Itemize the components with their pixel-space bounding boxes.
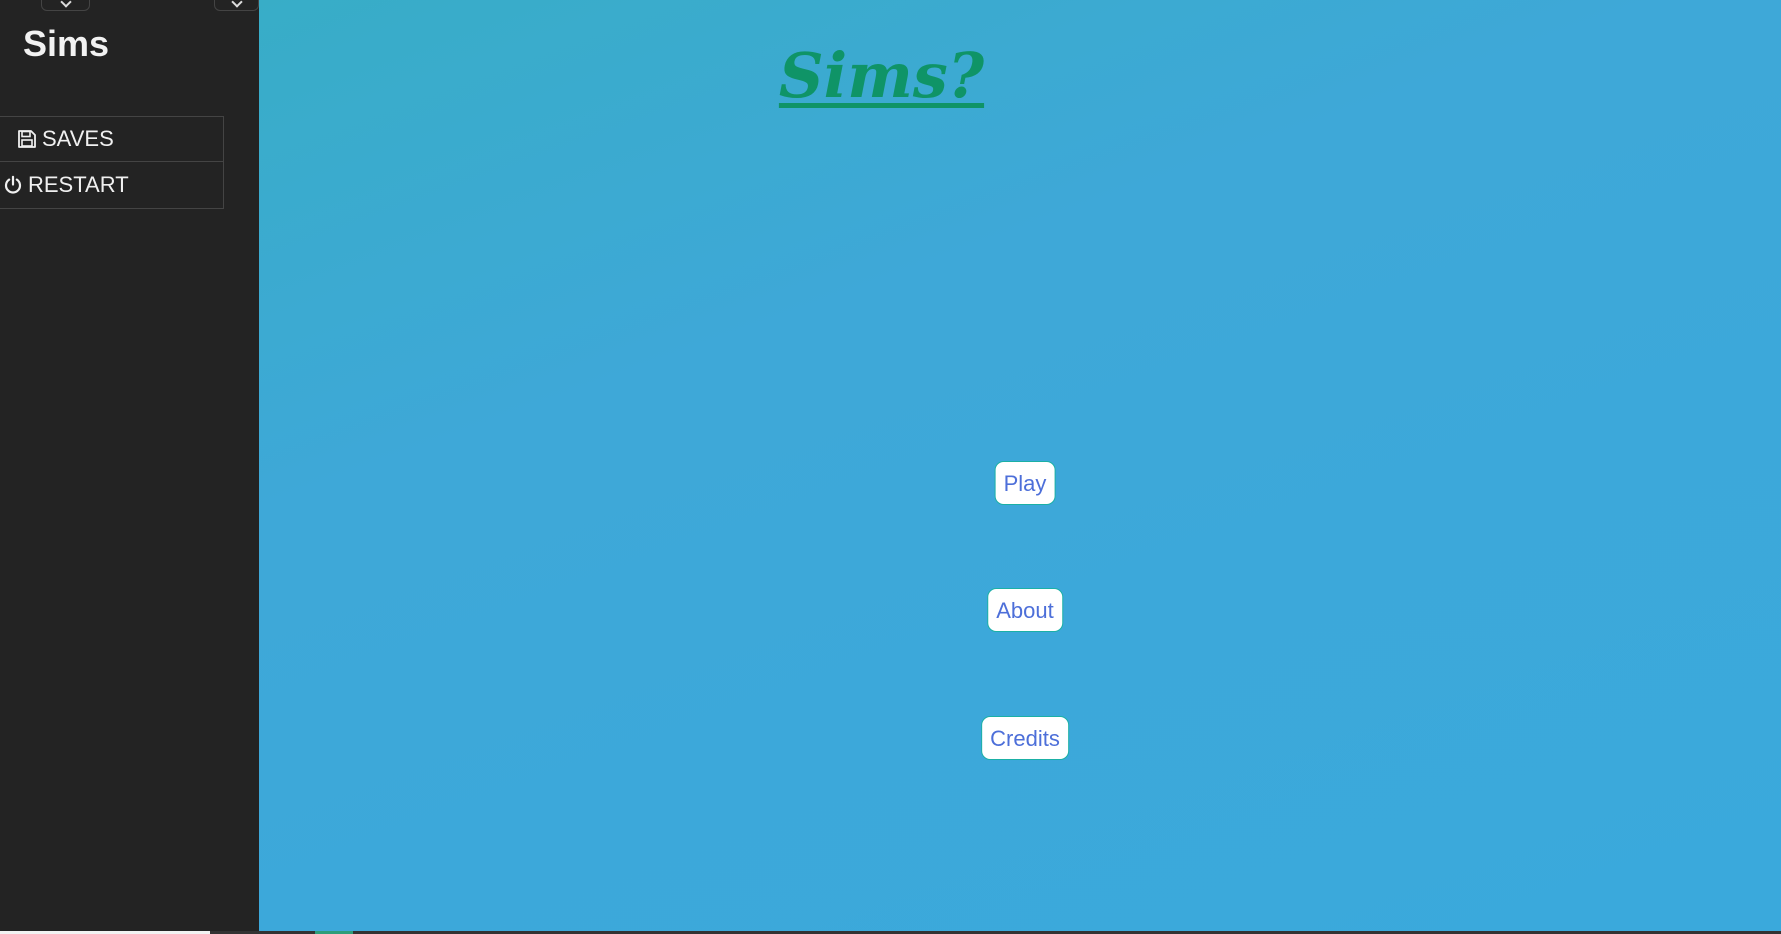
chevron-down-icon	[59, 0, 72, 8]
sidebar-toggle-button[interactable]	[214, 0, 259, 11]
app-window: Sims SAVES RESTART Sims? Play About Cred…	[0, 0, 1781, 934]
sidebar-menu: SAVES RESTART	[0, 116, 224, 209]
floppy-disk-icon	[16, 128, 38, 150]
chevron-down-icon	[230, 0, 243, 8]
menu-item-saves[interactable]: SAVES	[0, 116, 224, 162]
passage: Sims? Play About Credits	[259, 0, 1781, 931]
about-button[interactable]: About	[987, 588, 1063, 632]
story-title: Sims	[23, 23, 110, 64]
history-back-button[interactable]	[41, 0, 90, 11]
game-title: Sims?	[778, 39, 985, 112]
menu-item-label: RESTART	[28, 172, 129, 197]
sidebar: Sims SAVES RESTART	[0, 0, 259, 931]
menu-item-restart[interactable]: RESTART	[0, 162, 224, 209]
menu-item-label: SAVES	[42, 126, 114, 151]
power-icon	[2, 174, 24, 196]
credits-button[interactable]: Credits	[981, 716, 1069, 760]
play-button[interactable]: Play	[994, 461, 1056, 505]
